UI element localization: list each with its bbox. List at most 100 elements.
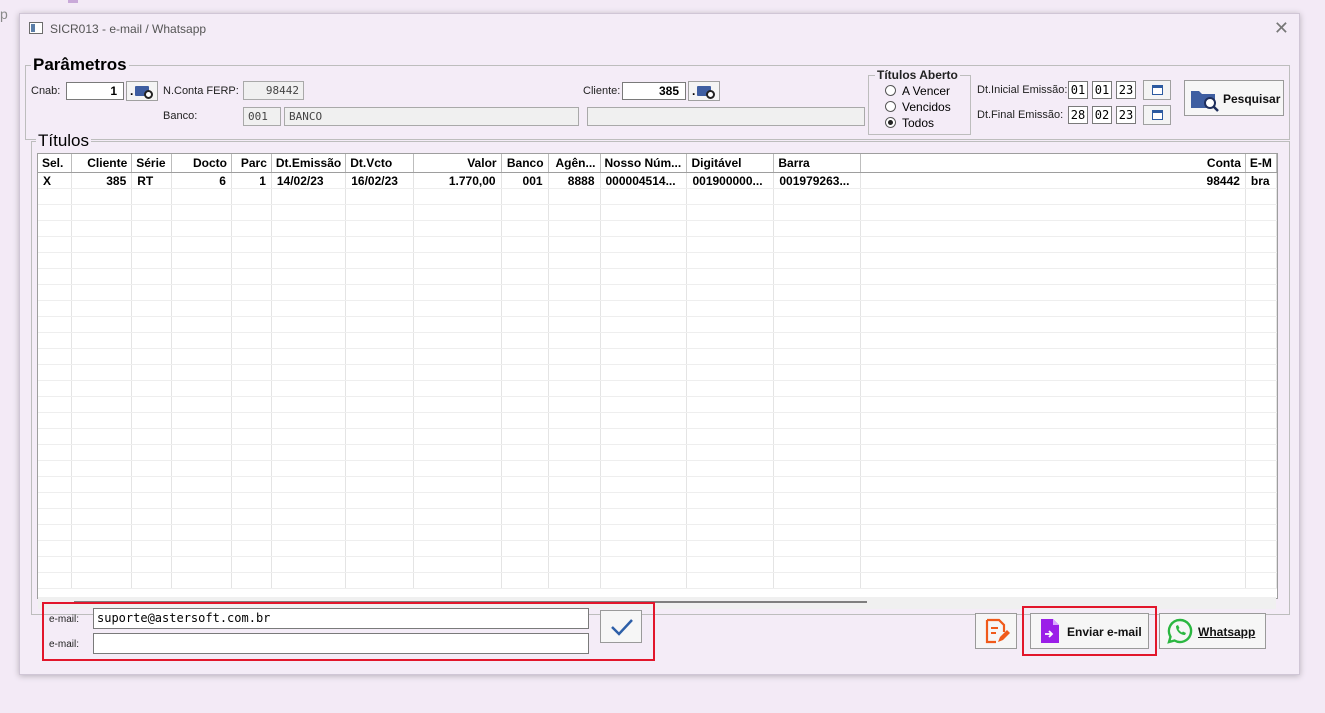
empty-table-cell <box>548 188 601 205</box>
folder-search-icon <box>135 86 153 99</box>
empty-table-cell <box>548 412 601 429</box>
empty-table-cell <box>501 508 549 525</box>
empty-table-cell <box>501 460 549 477</box>
grid-column-header[interactable]: Banco <box>501 154 549 173</box>
grid-column-header[interactable]: Conta <box>860 154 1246 173</box>
empty-table-cell <box>773 572 862 589</box>
enviar-email-button[interactable]: Enviar e-mail <box>1030 613 1149 649</box>
empty-table-cell <box>38 332 73 349</box>
grid-column-header[interactable]: Nosso Núm... <box>600 154 688 173</box>
grid-column-header[interactable]: Valor <box>413 154 502 173</box>
cnab-lookup-button[interactable]: . <box>126 81 158 101</box>
empty-table-cell <box>773 284 862 301</box>
email-input-2[interactable] <box>93 633 589 654</box>
empty-table-cell <box>271 300 347 317</box>
empty-table-row <box>38 428 1277 445</box>
empty-table-cell <box>548 396 601 413</box>
dt-inicial-year[interactable]: 23 <box>1116 81 1136 99</box>
empty-table-cell <box>171 460 232 477</box>
empty-table-cell <box>231 572 272 589</box>
dt-final-year[interactable]: 23 <box>1116 106 1136 124</box>
empty-table-cell <box>231 236 272 253</box>
grid-column-header[interactable]: Cliente <box>71 154 133 173</box>
empty-table-cell <box>860 396 1246 413</box>
empty-table-cell <box>773 460 862 477</box>
radio-a-vencer[interactable]: A Vencer <box>885 84 950 98</box>
grid-column-header[interactable]: Dt.Vcto <box>345 154 415 173</box>
empty-table-cell <box>131 412 173 429</box>
empty-table-cell <box>860 492 1246 509</box>
grid-column-header[interactable]: Digitável <box>686 154 775 173</box>
empty-table-cell <box>271 188 347 205</box>
empty-table-cell <box>860 412 1246 429</box>
cnab-input[interactable]: 1 <box>66 82 124 100</box>
empty-table-cell <box>548 460 601 477</box>
empty-table-cell <box>1245 220 1277 237</box>
email-input-1[interactable]: suporte@astersoft.com.br <box>93 608 589 629</box>
empty-table-cell <box>860 364 1246 381</box>
table-cell: 001 <box>501 172 549 189</box>
cliente-input[interactable]: 385 <box>622 82 686 100</box>
close-icon[interactable]: ✕ <box>1274 18 1289 39</box>
empty-table-cell <box>860 556 1246 573</box>
empty-table-cell <box>38 540 73 557</box>
empty-table-cell <box>1245 508 1277 525</box>
empty-table-cell <box>413 268 502 285</box>
edit-document-button[interactable] <box>975 613 1017 649</box>
grid-column-header[interactable]: Sel. <box>38 154 73 173</box>
empty-table-cell <box>501 252 549 269</box>
empty-table-cell <box>171 476 232 493</box>
empty-table-cell <box>860 188 1246 205</box>
cliente-lookup-button[interactable]: . <box>688 81 720 101</box>
titulos-grid[interactable]: Sel. Cliente Série Docto Parc Dt.Emissão Dt.Vc… <box>37 153 1278 599</box>
dt-inicial-month[interactable]: 01 <box>1092 81 1112 99</box>
empty-table-cell <box>345 412 415 429</box>
empty-table-row <box>38 444 1277 461</box>
dt-inicial-day[interactable]: 01 <box>1068 81 1088 99</box>
empty-table-cell <box>38 492 73 509</box>
empty-table-cell <box>860 444 1246 461</box>
grid-column-header[interactable]: Barra <box>773 154 862 173</box>
empty-table-cell <box>71 268 133 285</box>
empty-table-cell <box>131 204 173 221</box>
grid-column-header[interactable]: Docto <box>171 154 232 173</box>
dt-final-month[interactable]: 02 <box>1092 106 1112 124</box>
grid-column-header[interactable]: Parc <box>231 154 272 173</box>
empty-table-cell <box>1245 556 1277 573</box>
empty-table-cell <box>773 556 862 573</box>
radio-vencidos[interactable]: Vencidos <box>885 100 951 114</box>
empty-table-cell <box>345 204 415 221</box>
empty-table-cell <box>231 540 272 557</box>
dt-inicial-calendar-button[interactable] <box>1143 80 1171 100</box>
pesquisar-button[interactable]: Pesquisar <box>1184 80 1284 116</box>
empty-table-cell <box>345 268 415 285</box>
confirm-email-button[interactable] <box>600 610 642 643</box>
empty-table-cell <box>345 396 415 413</box>
empty-table-cell <box>1245 332 1277 349</box>
dt-final-label: Dt.Final Emissão: <box>977 109 1064 121</box>
grid-column-header[interactable]: Série <box>131 154 173 173</box>
empty-table-cell <box>600 508 688 525</box>
empty-table-cell <box>345 572 415 589</box>
empty-table-cell <box>271 236 347 253</box>
empty-table-cell <box>131 252 173 269</box>
empty-table-cell <box>773 236 862 253</box>
table-row[interactable]: X 385 RT 6 1 14/02/23 16/02/23 1.770,00 001 8888 0… <box>38 172 1277 189</box>
dt-final-day[interactable]: 28 <box>1068 106 1088 124</box>
title-bar[interactable]: SICR013 - e-mail / Whatsapp ✕ <box>20 14 1299 44</box>
empty-table-cell <box>600 492 688 509</box>
empty-table-cell <box>413 220 502 237</box>
empty-table-cell <box>71 220 133 237</box>
empty-table-cell <box>686 252 775 269</box>
empty-table-cell <box>501 220 549 237</box>
grid-column-header[interactable]: E-M <box>1245 154 1277 173</box>
empty-table-cell <box>548 508 601 525</box>
whatsapp-button[interactable]: Whatsapp <box>1159 613 1266 649</box>
empty-table-cell <box>1245 524 1277 541</box>
radio-todos[interactable]: Todos <box>885 116 934 130</box>
grid-column-header[interactable]: Agên... <box>548 154 601 173</box>
dt-final-calendar-button[interactable] <box>1143 105 1171 125</box>
edit-document-icon <box>985 618 1010 644</box>
grid-column-header[interactable]: Dt.Emissão <box>271 154 347 173</box>
empty-table-cell <box>231 252 272 269</box>
